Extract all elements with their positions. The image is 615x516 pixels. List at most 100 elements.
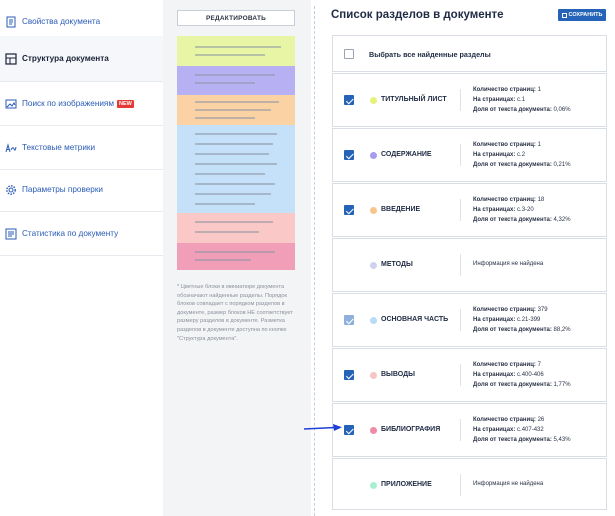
text-line-placeholder	[195, 193, 271, 195]
thumbnail-note: * Цветные блоки в миниатюре документа об…	[177, 284, 293, 342]
section-color-dot	[370, 317, 377, 324]
sidebar-item-label: Поиск по изображениям	[22, 99, 114, 108]
text-metrics-icon	[5, 142, 17, 152]
sidebar-item-image-search[interactable]: Поиск по изображениям NEW	[0, 82, 163, 126]
save-disk-icon	[561, 12, 567, 18]
text-share: 5,43%	[553, 437, 571, 443]
section-name: СОДЕРЖАНИЕ	[381, 151, 432, 158]
document-structure-icon	[5, 52, 17, 65]
select-all-checkbox[interactable]	[344, 49, 354, 59]
text-share-line: Доля от текста документа: 88,2%	[473, 327, 571, 333]
section-stats: Количество страниц: 379 На страницах: с.2…	[473, 305, 571, 335]
section-name: ВЫВОДЫ	[381, 371, 415, 378]
section-name: ОСНОВНАЯ ЧАСТЬ	[381, 316, 449, 323]
section-checkbox[interactable]	[344, 370, 354, 380]
page-range: с.1	[517, 97, 526, 103]
section-checkbox[interactable]	[344, 425, 354, 435]
section-block	[177, 95, 295, 125]
section-color-dot	[370, 152, 377, 159]
section-row[interactable]: ВВЕДЕНИЕ Количество страниц: 18 На страниц…	[332, 183, 607, 237]
section-row[interactable]: ПРИЛОЖЕНИЕ Информация не найдена	[332, 458, 607, 510]
edit-button[interactable]: РЕДАКТИРОВАТЬ	[177, 10, 295, 26]
page-range: с.21-399	[517, 317, 541, 323]
text-share-line: Доля от текста документа: 0,06%	[473, 107, 571, 113]
page-range-line: На страницах: с.407-432	[473, 427, 544, 433]
section-checkbox[interactable]	[344, 150, 354, 160]
sidebar-item-label: Свойства документа	[22, 17, 101, 26]
section-name: ТИТУЛЬНЫЙ ЛИСТ	[381, 96, 447, 103]
section-block	[177, 36, 295, 66]
pages-count: 1	[537, 87, 541, 93]
text-share: 0,06%	[553, 107, 571, 113]
text-line-placeholder	[195, 143, 273, 145]
section-block	[177, 213, 295, 243]
text-line-placeholder	[195, 259, 251, 261]
text-line-placeholder	[195, 153, 269, 155]
pages-count-line: Количество страниц: 1	[473, 87, 541, 93]
pointer-arrow-icon	[303, 424, 342, 431]
text-share-line: Доля от текста документа: 4,32%	[473, 217, 571, 223]
row-divider	[460, 144, 461, 166]
text-line-placeholder	[195, 133, 277, 135]
text-line-placeholder	[195, 117, 255, 119]
text-share-line: Доля от текста документа: 1,77%	[473, 382, 571, 388]
select-all-row[interactable]: Выбрать все найденные разделы	[332, 35, 607, 72]
section-row[interactable]: ВЫВОДЫ Количество страниц: 7 На страницах:…	[332, 348, 607, 402]
section-stats: Количество страниц: 1 На страницах: с.2 До…	[473, 140, 571, 170]
document-thumbnail-panel: РЕДАКТИРОВАТЬ * Цветные блоки в миниатюр…	[163, 0, 311, 516]
page-range: с.400-406	[517, 372, 544, 378]
page-title: Список разделов в документе	[331, 9, 504, 21]
pages-count: 26	[537, 417, 545, 423]
pages-count-line: Количество страниц: 18	[473, 197, 545, 203]
text-line-placeholder	[195, 74, 275, 76]
section-row[interactable]: ТИТУЛЬНЫЙ ЛИСТ Количество страниц: 1 На ст…	[332, 73, 607, 127]
sidebar-item-document-statistics[interactable]: Статистика по документу	[0, 212, 163, 256]
section-block	[177, 66, 295, 95]
page-range-line: На страницах: с.21-399	[473, 317, 541, 323]
sidebar-item-text-metrics[interactable]: Текстовые метрики	[0, 126, 163, 170]
section-row[interactable]: СОДЕРЖАНИЕ Количество страниц: 1 На страни…	[332, 128, 607, 182]
text-line-placeholder	[195, 251, 275, 253]
sidebar-item-label: Параметры проверки	[22, 185, 103, 194]
text-line-placeholder	[195, 173, 265, 175]
save-button[interactable]: СОХРАНИТЬ	[558, 9, 606, 21]
section-checkbox[interactable]	[344, 95, 354, 105]
row-divider	[460, 89, 461, 111]
section-stats: Количество страниц: 26 На страницах: с.40…	[473, 415, 571, 445]
row-divider	[460, 364, 461, 386]
section-color-dot	[370, 207, 377, 214]
section-row[interactable]: БИБЛИОГРАФИЯ Количество страниц: 26 На стр…	[332, 403, 607, 457]
page-range: с.3-20	[517, 207, 534, 213]
section-checkbox[interactable]	[344, 205, 354, 215]
section-row[interactable]: МЕТОДЫ Информация не найдена	[332, 238, 607, 292]
section-stats: Количество страниц: 7 На страницах: с.400…	[473, 360, 571, 390]
sidebar-item-document-structure[interactable]: Структура документа	[0, 36, 163, 82]
statistics-icon	[5, 228, 17, 239]
not-found-text: Информация не найдена	[473, 261, 544, 267]
section-row[interactable]: ОСНОВНАЯ ЧАСТЬ Количество страниц: 379 На …	[332, 293, 607, 347]
text-line-placeholder	[195, 183, 275, 185]
sidebar-item-check-parameters[interactable]: Параметры проверки	[0, 168, 163, 212]
row-divider	[460, 419, 461, 441]
text-share: 88,2%	[553, 327, 571, 333]
page-range-line: На страницах: с.2	[473, 152, 526, 158]
text-share-line: Доля от текста документа: 0,21%	[473, 162, 571, 168]
text-share: 1,77%	[553, 382, 571, 388]
new-badge: NEW	[117, 99, 134, 108]
pages-count: 18	[537, 197, 545, 203]
section-name: БИБЛИОГРАФИЯ	[381, 426, 441, 433]
select-all-label: Выбрать все найденные разделы	[369, 50, 491, 59]
section-color-dot	[370, 97, 377, 104]
sidebar-item-label: Статистика по документу	[22, 229, 119, 238]
row-divider	[460, 474, 461, 496]
not-found-text: Информация не найдена	[473, 481, 544, 487]
section-color-dot	[370, 372, 377, 379]
row-divider	[460, 199, 461, 221]
settings-gear-icon	[6, 184, 16, 195]
row-divider	[460, 254, 461, 276]
pages-count-line: Количество страниц: 7	[473, 362, 541, 368]
save-button-label: СОХРАНИТЬ	[568, 12, 603, 18]
section-checkbox[interactable]	[344, 315, 354, 325]
section-color-dot	[370, 427, 377, 434]
section-stats: Количество страниц: 18 На страницах: с.3-…	[473, 195, 571, 225]
